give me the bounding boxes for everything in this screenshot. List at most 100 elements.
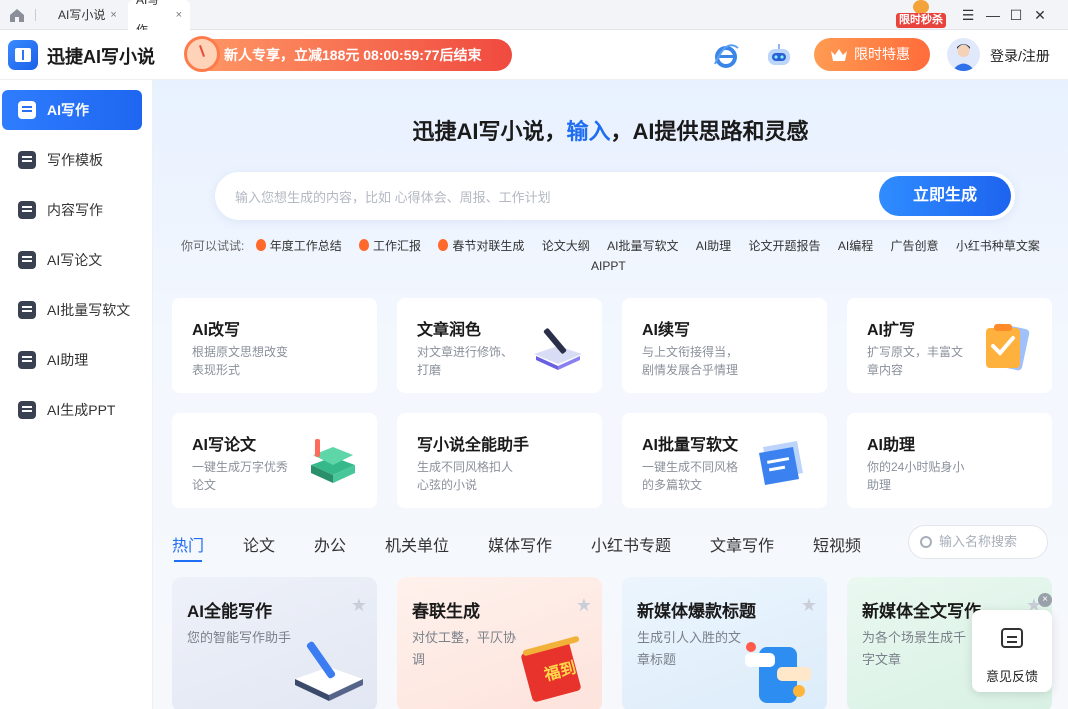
minimize-button[interactable]: —: [982, 4, 1004, 26]
suggestion-item[interactable]: AIPPT: [591, 256, 626, 276]
tab-ai-write[interactable]: AI写作 ×: [128, 0, 190, 37]
tab-close-icon[interactable]: ×: [110, 0, 116, 30]
tab-short-video[interactable]: 短视频: [813, 532, 861, 556]
tab-ai-novel[interactable]: AI写小说 ×: [50, 0, 126, 30]
tool-card-desc: 生成不同风格扣人心弦的小说: [417, 460, 514, 492]
active-tab-indicator: [174, 560, 202, 562]
tab-separator: [35, 9, 36, 21]
tool-card-polish[interactable]: 文章润色 对文章进行修饰、打磨: [397, 298, 602, 393]
alarm-clock-icon: [184, 36, 220, 72]
suggestion-item[interactable]: 论文开题报告: [749, 239, 821, 253]
feedback-close-icon[interactable]: ×: [1038, 593, 1052, 607]
close-button[interactable]: ✕: [1029, 4, 1051, 26]
fire-icon: [438, 239, 449, 251]
fire-icon: [255, 239, 266, 251]
home-icon[interactable]: [8, 6, 26, 24]
tool-card-paper[interactable]: AI写论文 一键生成万字优秀论文: [172, 413, 377, 508]
book-pen-icon: [295, 641, 363, 701]
sidebar-item-content-write[interactable]: 内容写作: [2, 190, 142, 230]
favorite-star-icon[interactable]: ★: [351, 595, 367, 616]
generate-button[interactable]: 立即生成: [879, 176, 1011, 216]
tab-xiaohongshu[interactable]: 小红书专题: [591, 532, 671, 556]
template-search-placeholder: 输入名称搜索: [939, 534, 1018, 549]
batch-icon: [18, 301, 36, 319]
sidebar-item-label: AI写作: [47, 102, 89, 118]
flash-sale-badge[interactable]: 限时秒杀: [894, 0, 948, 30]
browser-icon[interactable]: [713, 44, 739, 68]
feedback-widget[interactable]: 意见反馈: [972, 610, 1052, 692]
assistant-icon: [18, 351, 36, 369]
maximize-button[interactable]: ☐: [1005, 4, 1027, 26]
avatar[interactable]: [947, 38, 980, 71]
page-title: 迅捷AI写小说，输入，AI提供思路和灵感: [153, 114, 1068, 146]
book-stack-icon: [311, 439, 355, 483]
tab-paper[interactable]: 论文: [243, 532, 275, 556]
tab-government[interactable]: 机关单位: [385, 532, 449, 556]
template-card-desc: 对仗工整，平仄协调: [412, 630, 517, 667]
template-card-couplet[interactable]: 春联生成 对仗工整，平仄协调 ★ 福到: [397, 577, 602, 709]
tab-office[interactable]: 办公: [314, 532, 346, 556]
tool-card-rewrite[interactable]: AI改写 根据原文思想改变表现形式: [172, 298, 377, 393]
favorite-star-icon[interactable]: ★: [801, 595, 817, 616]
tool-card-assistant[interactable]: AI助理 你的24小时贴身小助理: [847, 413, 1052, 508]
sidebar-item-assistant[interactable]: AI助理: [2, 340, 142, 380]
login-link[interactable]: 登录/注册: [990, 46, 1050, 66]
tool-card-desc: 扩写原文，丰富文章内容: [867, 345, 964, 377]
sidebar-item-label: 内容写作: [47, 202, 103, 218]
headline-prefix: 迅捷AI写小说，: [412, 119, 567, 144]
sidebar-item-ai-write[interactable]: AI写作: [2, 90, 142, 130]
tool-card-continue[interactable]: AI续写 与上文衔接得当，剧情发展合乎情理: [622, 298, 827, 393]
template-search-input[interactable]: 输入名称搜索: [908, 525, 1048, 559]
suggestion-item[interactable]: AI助理: [696, 239, 731, 253]
tool-card-expand[interactable]: AI扩写 扩写原文，丰富文章内容: [847, 298, 1052, 393]
suggestion-item[interactable]: 广告创意: [891, 239, 939, 253]
suggestion-item[interactable]: 小红书种草文案: [956, 239, 1040, 253]
tool-card-novel-assistant[interactable]: 写小说全能助手 生成不同风格扣人心弦的小说: [397, 413, 602, 508]
countdown-banner[interactable]: 新人专享，立减188元 08:00:59:77后结束: [184, 36, 512, 72]
search-input[interactable]: 输入您想生成的内容，比如 心得体会、周报、工作计划: [235, 187, 551, 206]
suggestion-item[interactable]: 论文大纲: [542, 239, 590, 253]
sidebar-item-ppt[interactable]: AI生成PPT: [2, 390, 142, 430]
phone-chat-icon: [745, 642, 811, 703]
headline-suffix: ，AI提供思路和灵感: [610, 119, 809, 144]
suggestion-item[interactable]: 春节对联生成: [438, 239, 524, 253]
sidebar-item-ai-paper[interactable]: AI写论文: [2, 240, 142, 280]
robot-assistant-icon[interactable]: [764, 43, 794, 69]
tab-article[interactable]: 文章写作: [710, 532, 774, 556]
template-card-title: 新媒体爆款标题: [637, 602, 756, 621]
suggestions-label: 你可以试试:: [181, 239, 245, 253]
sidebar: AI写作 写作模板 内容写作 AI写论文 AI批量写软文 AI助理 AI生成PP…: [0, 80, 153, 709]
menu-icon[interactable]: ☰: [957, 4, 979, 26]
limited-offer-label: 限时特惠: [854, 46, 910, 62]
app-header: 迅捷AI写小说 新人专享，立减188元 08:00:59:77后结束 限时特惠 …: [0, 30, 1068, 80]
sidebar-item-templates[interactable]: 写作模板: [2, 140, 142, 180]
pen-book-icon: [534, 328, 582, 370]
favorite-star-icon[interactable]: ★: [576, 595, 592, 616]
fire-icon: [359, 239, 370, 251]
suggestion-item[interactable]: AI批量写软文: [607, 239, 678, 253]
suggestion-item[interactable]: AI编程: [838, 239, 873, 253]
tab-hot[interactable]: 热门: [172, 532, 204, 556]
feedback-label: 意见反馈: [985, 669, 1038, 684]
tool-card-title: 文章润色: [417, 322, 482, 339]
suggestions-bar: 你可以试试: 年度工作总结 工作汇报 春节对联生成 论文大纲 AI批量写软文 A…: [181, 236, 1041, 273]
template-card-media-title[interactable]: 新媒体爆款标题 生成引人入胜的文章标题 ★: [622, 577, 827, 709]
document-stack-icon: [759, 441, 803, 485]
sidebar-item-label: AI批量写软文: [47, 302, 131, 318]
tab-media[interactable]: 媒体写作: [488, 532, 552, 556]
template-card-all-writing[interactable]: AI全能写作 您的智能写作助手 ★: [172, 577, 377, 709]
feedback-icon: [1001, 628, 1023, 648]
flash-sale-label: 限时秒杀: [896, 13, 946, 28]
tool-card-title: AI续写: [642, 322, 691, 339]
tool-card-desc: 对文章进行修饰、打磨: [417, 345, 514, 377]
sidebar-item-batch-article[interactable]: AI批量写软文: [2, 290, 142, 330]
tool-card-batch-article[interactable]: AI批量写软文 一键生成不同风格的多篇软文: [622, 413, 827, 508]
template-card-desc: 为各个场景生成千字文章: [862, 630, 967, 667]
suggestion-item[interactable]: 年度工作总结: [255, 239, 342, 253]
tool-card-desc: 你的24小时贴身小助理: [867, 460, 965, 492]
limited-offer-button[interactable]: 限时特惠: [814, 38, 930, 71]
ppt-icon: [18, 401, 36, 419]
clipboard-check-icon: [986, 323, 1030, 371]
suggestion-item[interactable]: 工作汇报: [359, 239, 421, 253]
tab-close-icon[interactable]: ×: [176, 0, 182, 30]
